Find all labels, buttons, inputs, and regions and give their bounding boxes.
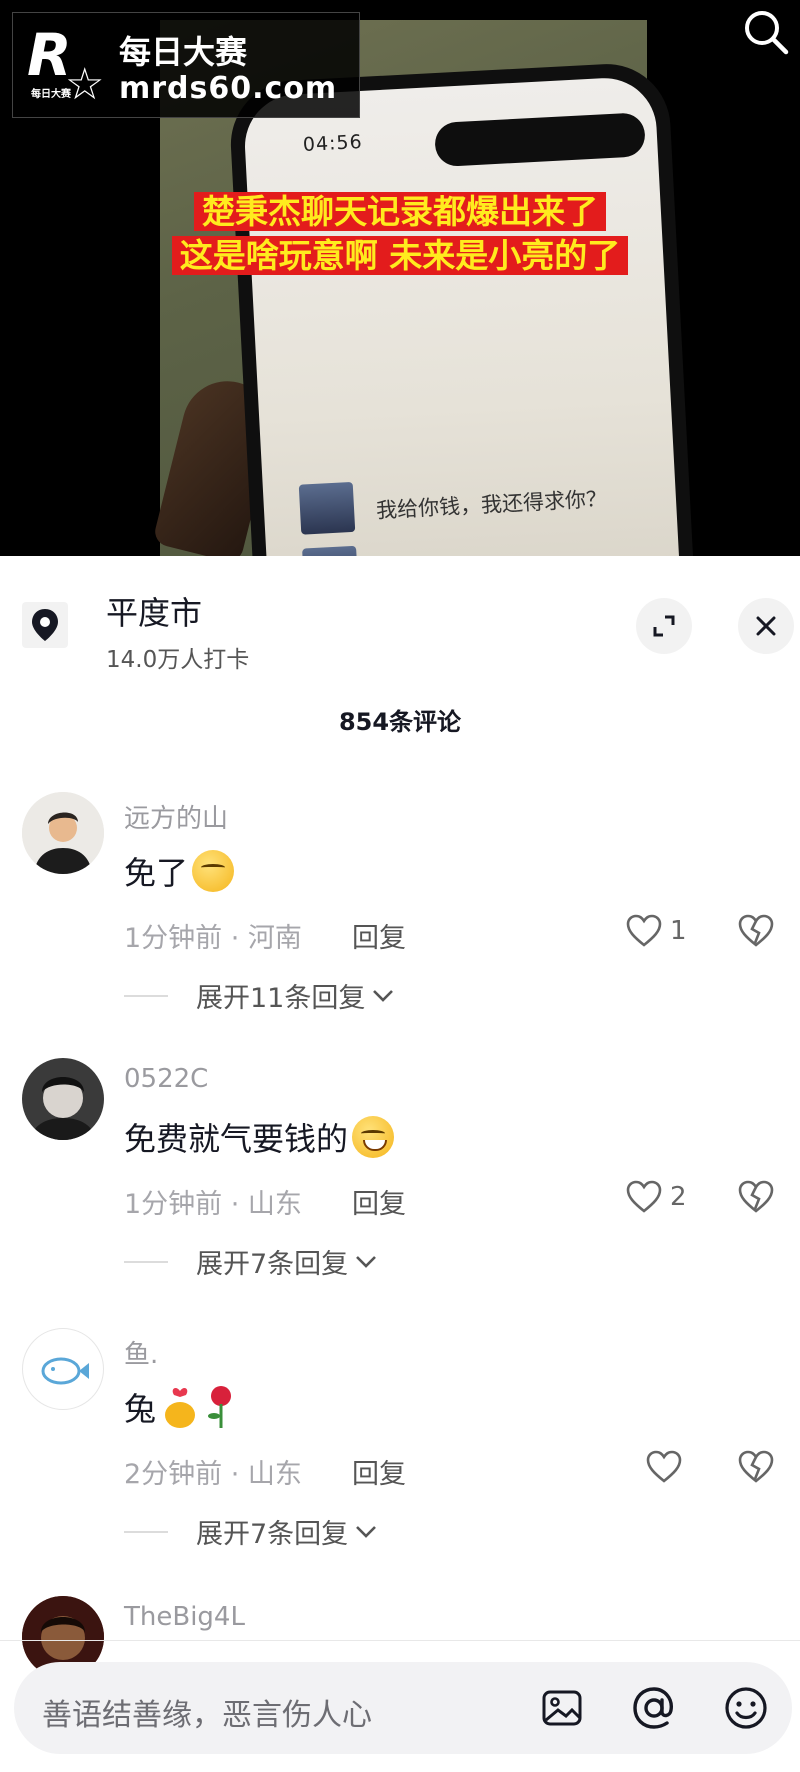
comment-count: 854条评论 <box>338 708 462 736</box>
expand-icon <box>653 615 675 637</box>
dislike-button[interactable] <box>738 914 774 952</box>
expand-replies[interactable]: 展开7条回复 <box>124 1512 378 1551</box>
comment-text: 免费就气要钱的 <box>124 1114 395 1160</box>
chat-message: 我给你钱，我还得求你？ <box>375 486 608 523</box>
like-count: 2 <box>670 1182 687 1212</box>
emoji-button[interactable] <box>722 1684 770 1732</box>
watermark: R ☆ 每日大赛 每日大赛 mrds60.com <box>12 12 360 118</box>
chevron-down-icon <box>356 1525 377 1538</box>
smirk-emoji-icon <box>192 850 235 892</box>
avatar[interactable] <box>22 1058 104 1140</box>
avatar[interactable] <box>22 1328 104 1410</box>
comment-meta: 1分钟前 · 山东 <box>124 1189 302 1220</box>
caption-line-1: 楚秉杰聊天记录都爆出来了 <box>194 192 606 231</box>
comment-input-bar[interactable]: 善语结善缘，恶言伤人心 <box>14 1662 792 1754</box>
like-count: 1 <box>670 916 687 946</box>
chat-avatar <box>302 545 359 556</box>
comment-body: 免了 <box>124 854 189 892</box>
comment-body: 兔 <box>124 1390 157 1428</box>
chevron-down-icon <box>356 1255 377 1268</box>
reply-button[interactable]: 回复 <box>352 1182 406 1221</box>
heart-icon <box>646 1450 682 1483</box>
expand-replies[interactable]: 展开11条回复 <box>124 976 395 1015</box>
expand-divider <box>124 1260 168 1263</box>
grin-emoji-icon <box>352 1116 395 1158</box>
avatar[interactable] <box>22 792 104 874</box>
like-button[interactable]: 1 <box>626 914 687 948</box>
comment-meta: 1分钟前 · 河南 <box>124 923 302 954</box>
mention-button[interactable] <box>630 1684 678 1732</box>
watermark-line-1: 每日大赛 <box>119 33 248 71</box>
dislike-button[interactable] <box>738 1180 774 1218</box>
watermark-line-2: mrds60.com <box>119 71 338 106</box>
comment-text: 免了 <box>124 848 235 894</box>
close-icon <box>756 616 776 636</box>
phone-notch <box>433 112 646 168</box>
location-checkin-count: 14.0万人打卡 <box>106 647 250 673</box>
chevron-down-icon <box>373 989 394 1002</box>
chat-avatar <box>298 481 356 535</box>
location-pin-icon[interactable] <box>22 602 68 648</box>
reply-button[interactable]: 回复 <box>352 916 406 955</box>
broken-heart-icon <box>738 914 774 947</box>
location-title[interactable]: 平度市 <box>106 588 202 634</box>
heart-icon <box>626 914 662 947</box>
comment-username[interactable]: 远方的山 <box>124 798 228 835</box>
expand-divider <box>124 994 168 997</box>
phone-time: 04:56 <box>302 130 364 157</box>
video-phone: 04:56 ‹ 我给你钱，我还得求你？ <box>227 60 697 556</box>
expand-replies-label: 展开11条回复 <box>196 983 366 1014</box>
comment-text: 兔 <box>124 1384 238 1430</box>
expand-divider <box>124 1530 168 1533</box>
at-mention-icon <box>633 1687 673 1729</box>
search-button[interactable] <box>740 6 792 58</box>
smiley-icon <box>725 1687 767 1729</box>
heart-icon <box>626 1180 662 1213</box>
watermark-logo-small: 每日大赛 <box>31 89 71 100</box>
image-icon <box>542 1690 582 1726</box>
comment-panel: 平度市 14.0万人打卡 854条评论 远方的山 免了 1分钟前 · 河南 回复… <box>0 556 800 1772</box>
video-player[interactable]: 04:56 ‹ 我给你钱，我还得求你？ 楚秉杰聊天记录都爆出来了 这是啥玩意啊 … <box>0 0 800 556</box>
search-icon <box>745 11 789 55</box>
comment-username[interactable]: 0522C <box>124 1064 208 1094</box>
like-button[interactable] <box>646 1450 690 1484</box>
video-phone-screen: 04:56 ‹ 我给你钱，我还得求你？ <box>242 75 682 556</box>
rose-emoji-icon <box>208 1386 232 1428</box>
close-button[interactable] <box>738 598 794 654</box>
expand-replies-label: 展开7条回复 <box>196 1249 349 1280</box>
comment-username[interactable]: 鱼. <box>124 1334 158 1371</box>
reply-button[interactable]: 回复 <box>352 1452 406 1491</box>
broken-heart-icon <box>738 1450 774 1483</box>
lucky-bag-emoji-icon <box>165 1388 196 1428</box>
video-caption: 楚秉杰聊天记录都爆出来了 这是啥玩意啊 未来是小亮的了 <box>0 190 800 278</box>
comment-input-placeholder[interactable]: 善语结善缘，恶言伤人心 <box>42 1690 372 1734</box>
broken-heart-icon <box>738 1180 774 1213</box>
fish-logo-icon <box>41 1357 89 1385</box>
comment-username[interactable]: TheBig4L <box>124 1602 245 1632</box>
dislike-button[interactable] <box>738 1450 774 1488</box>
expand-replies[interactable]: 展开7条回复 <box>124 1242 378 1281</box>
image-button[interactable] <box>538 1684 586 1732</box>
comment-body: 免费就气要钱的 <box>124 1120 349 1158</box>
comment-meta: 2分钟前 · 山东 <box>124 1459 302 1490</box>
caption-line-2: 这是啥玩意啊 未来是小亮的了 <box>171 236 629 275</box>
like-button[interactable]: 2 <box>626 1180 687 1214</box>
expand-replies-label: 展开7条回复 <box>196 1519 349 1550</box>
input-divider <box>0 1640 800 1641</box>
expand-button[interactable] <box>636 598 692 654</box>
